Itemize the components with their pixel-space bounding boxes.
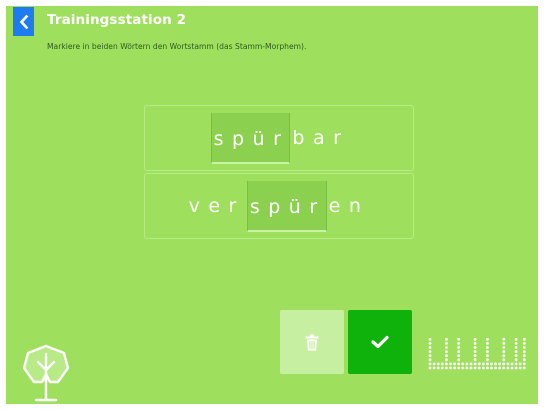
tree-logo-icon — [22, 344, 70, 402]
word-box-2: ver spür en — [144, 173, 414, 239]
chevron-left-icon — [19, 14, 28, 29]
word-1-stem-selection[interactable]: spür — [210, 112, 291, 164]
word-2-stem-selection[interactable]: spür — [246, 180, 327, 232]
delete-button[interactable] — [280, 310, 344, 374]
instruction-text: Markiere in beiden Wörtern den Wortstamm… — [47, 42, 307, 51]
back-button[interactable] — [13, 7, 34, 36]
exercise-stage: Trainingsstation 2 Markiere in beiden Wö… — [6, 6, 538, 404]
page-title: Trainingsstation 2 — [47, 12, 187, 28]
word-1-suffix[interactable]: bar — [292, 127, 349, 149]
word-box-1: spür bar — [144, 105, 414, 171]
word-2-suffix[interactable]: en — [329, 195, 370, 217]
checkmark-icon — [371, 335, 389, 349]
progress-dots-icon — [428, 337, 526, 370]
confirm-button[interactable] — [348, 310, 412, 374]
word-2-prefix[interactable]: ver — [189, 195, 245, 217]
trash-icon — [305, 334, 319, 350]
